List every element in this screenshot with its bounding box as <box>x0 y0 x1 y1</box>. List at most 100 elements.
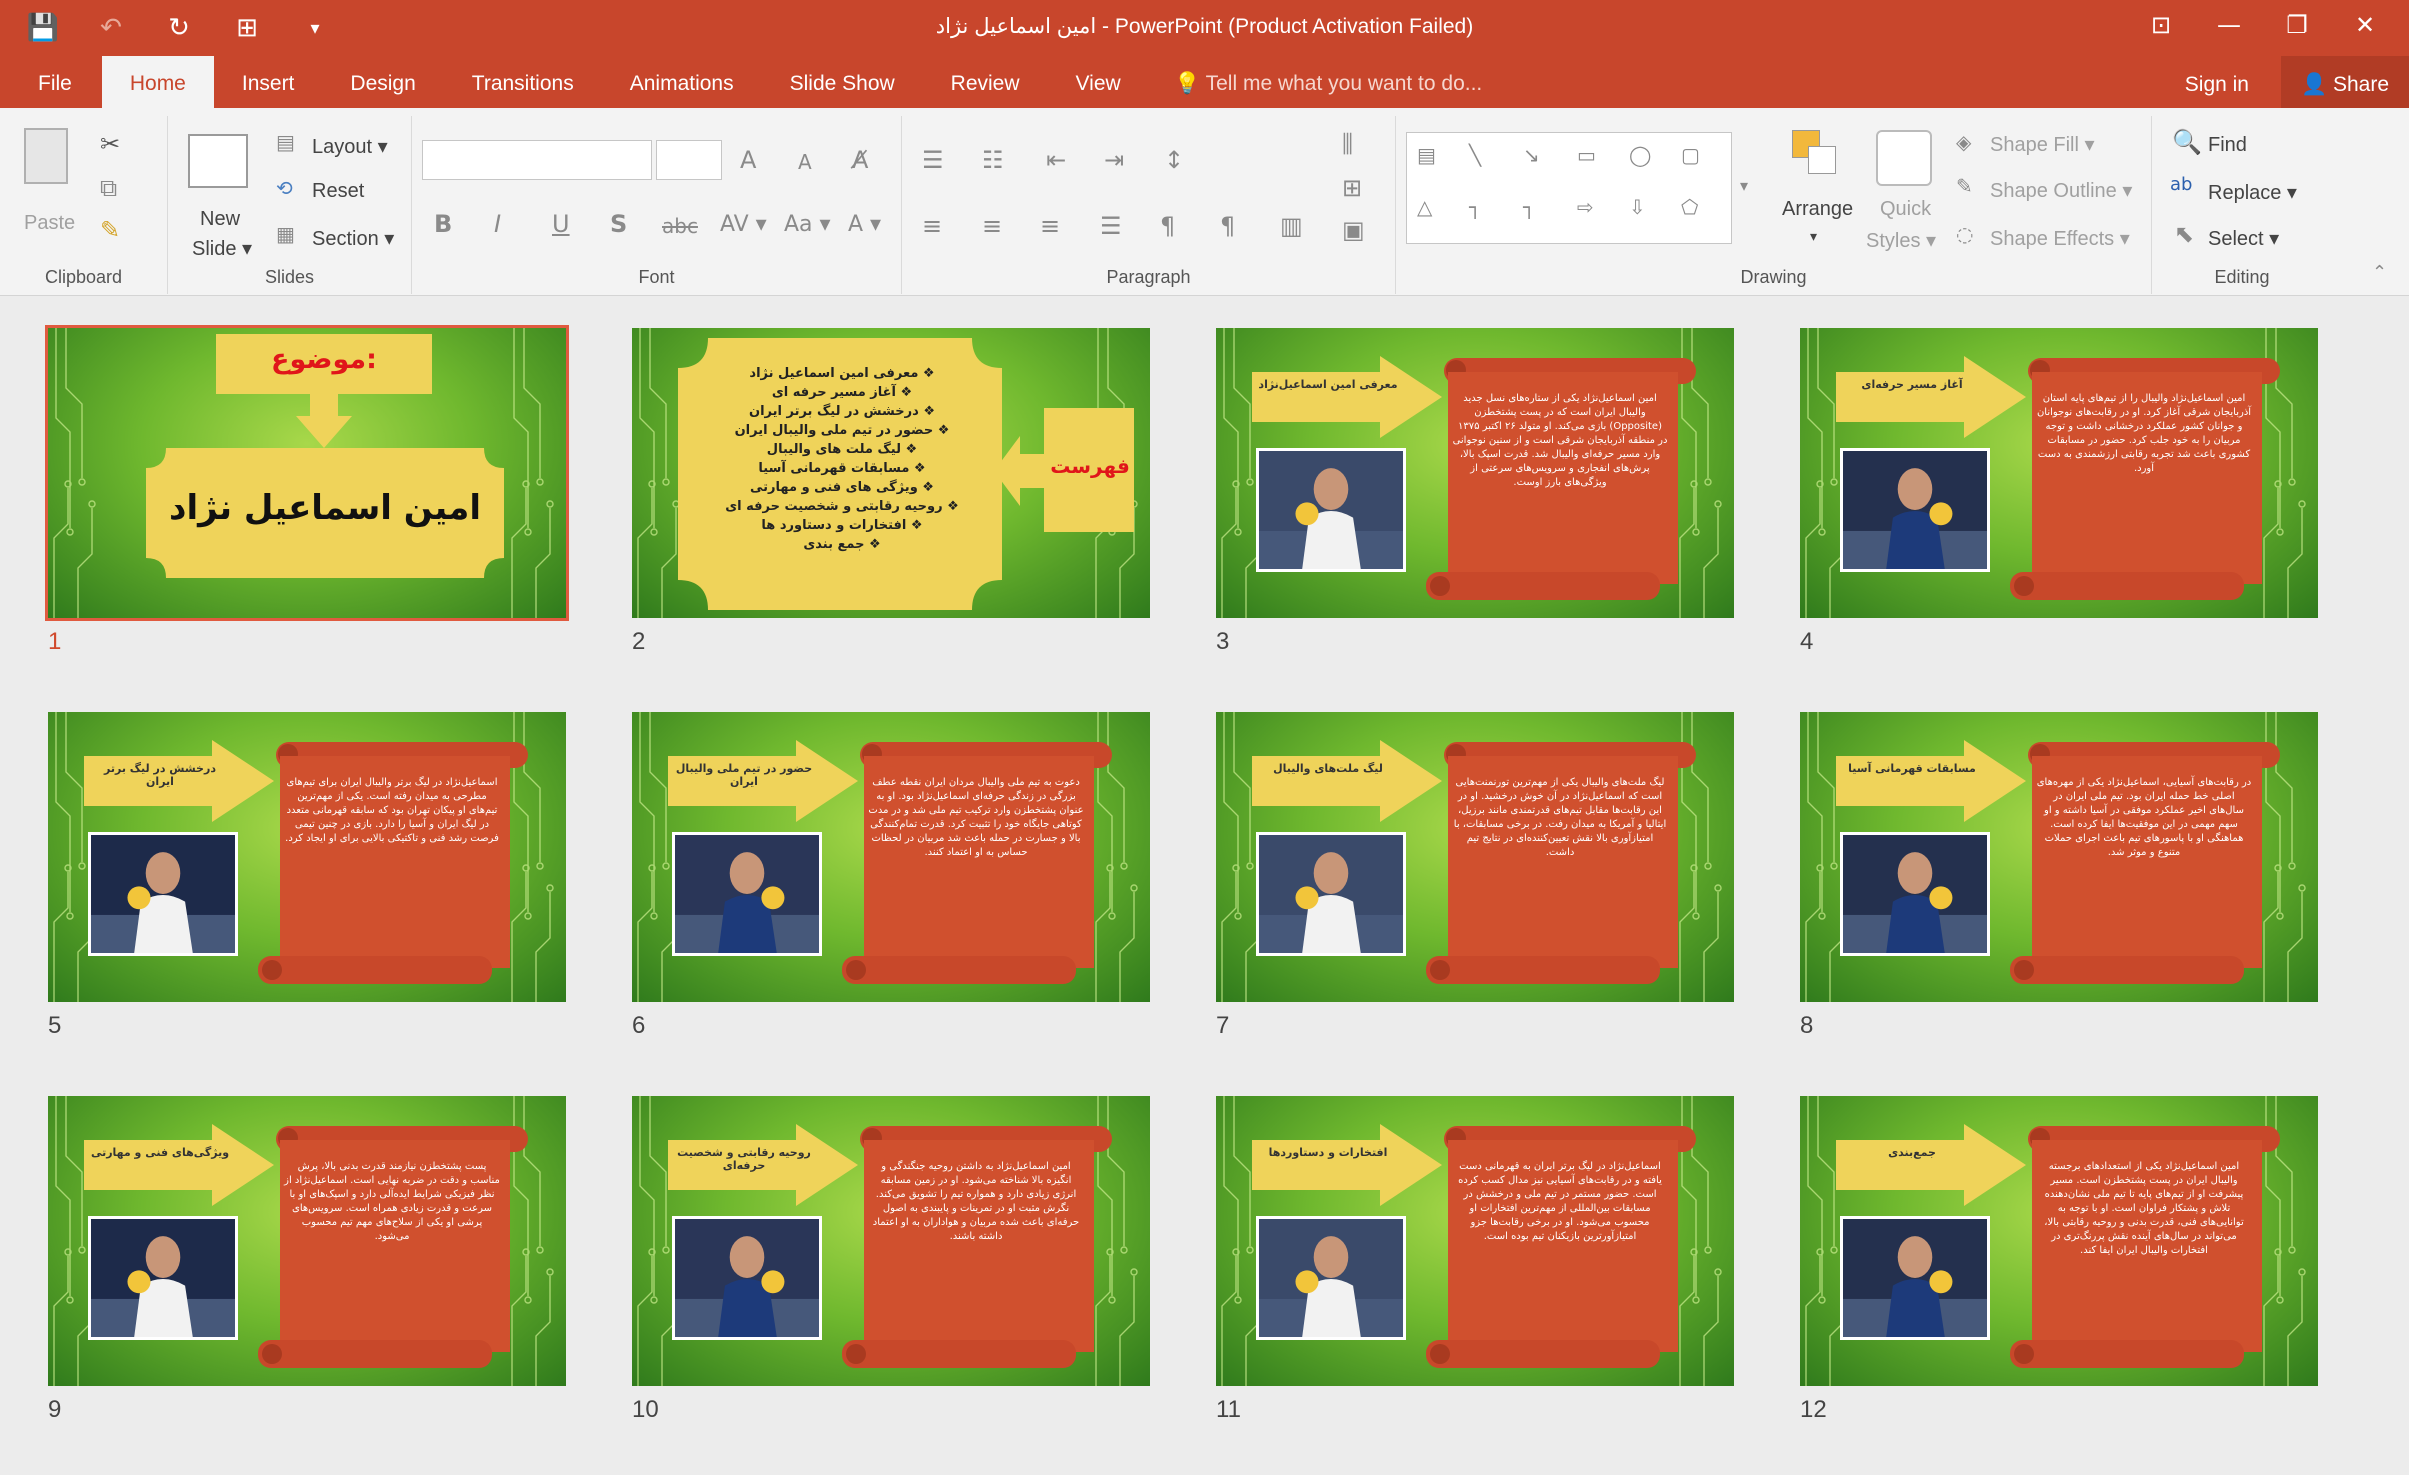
triangle-shape-icon[interactable]: △ <box>1417 195 1432 219</box>
slide-thumbnail-5[interactable]: درخشش در لیگ برتر ایران اسماعیل‌نژاد در … <box>48 712 566 1002</box>
quick-styles-button[interactable]: Quick <box>1880 198 1931 221</box>
replace-button[interactable]: Replace ▾ <box>2208 180 2297 205</box>
paste-icon[interactable] <box>24 128 68 184</box>
italic-icon[interactable]: I <box>494 210 501 238</box>
select-button[interactable]: Select ▾ <box>2208 226 2279 251</box>
tab-view[interactable]: View <box>1048 56 1149 108</box>
more-shapes-icon[interactable]: ⬠ <box>1681 195 1698 219</box>
find-button[interactable]: Find <box>2208 134 2247 157</box>
font-name-input[interactable] <box>422 140 652 180</box>
slide-thumbnail-9[interactable]: ویژگی‌های فنی و مهارتی پست پشتخطزن نیازم… <box>48 1096 566 1386</box>
slide-thumbnail-1[interactable]: موضوع: امین اسماعیل نژاد <box>45 325 569 621</box>
shapes-gallery[interactable]: ▤ ╲ ↘ ▭ ◯ ▢ △ ┐ ┐ ⇨ ⇩ ⬠ <box>1406 132 1732 244</box>
layout-button[interactable]: Layout ▾ <box>312 134 388 159</box>
down-arrow-shape-icon[interactable]: ⇩ <box>1629 195 1646 219</box>
share-button[interactable]: 👤 Share <box>2281 56 2409 108</box>
new-slide-dropdown[interactable]: Slide ▾ <box>192 236 252 261</box>
shape-outline-button[interactable]: Shape Outline ▾ <box>1990 178 2132 203</box>
change-case-icon[interactable]: Aa ▾ <box>784 212 831 237</box>
slide-thumbnail-7[interactable]: لیگ ملت‌های والیبال لیگ ملت‌های والیبال … <box>1216 712 1734 1002</box>
tell-me-search[interactable]: 💡 Tell me what you want to do... <box>1174 56 1482 108</box>
collapse-ribbon-icon[interactable]: ⌃ <box>2372 262 2387 283</box>
scroll-panel <box>842 1126 1112 1368</box>
copy-icon[interactable]: ⧉ <box>100 174 117 202</box>
font-size-input[interactable] <box>656 140 722 180</box>
oval-shape-icon[interactable]: ◯ <box>1629 143 1651 167</box>
text-shadow-icon[interactable]: S <box>610 210 627 238</box>
new-slide-icon[interactable] <box>188 134 248 188</box>
line-spacing-icon[interactable]: ↕ <box>1164 146 1184 174</box>
ltr-icon[interactable]: ¶ <box>1160 212 1175 240</box>
sign-in-link[interactable]: Sign in <box>2185 56 2249 108</box>
layout-icon: ▤ <box>276 130 295 154</box>
columns-icon[interactable]: ▥ <box>1280 212 1303 240</box>
tab-review[interactable]: Review <box>923 56 1048 108</box>
tab-insert[interactable]: Insert <box>214 56 323 108</box>
player-photo <box>1256 448 1406 572</box>
elbow-connector-shape-icon[interactable]: ┐ <box>1523 195 1535 219</box>
underline-icon[interactable]: U <box>552 210 570 238</box>
clear-formatting-icon[interactable]: A̸ <box>852 146 868 174</box>
tab-transitions[interactable]: Transitions <box>444 56 602 108</box>
tab-design[interactable]: Design <box>322 56 443 108</box>
slide-thumbnail-6[interactable]: حضور در تیم ملی والیبال ایران دعوت به تی… <box>632 712 1150 1002</box>
quick-styles-icon[interactable] <box>1876 130 1932 186</box>
justify-icon[interactable]: ☰ <box>1100 212 1122 240</box>
align-center-icon[interactable]: ≡ <box>982 212 1002 240</box>
minimize-icon[interactable]: — <box>2195 0 2263 50</box>
slide-thumbnail-12[interactable]: جمع‌بندی امین اسماعیل‌نژاد یکی از استعدا… <box>1800 1096 2318 1386</box>
drawing-group-label: Drawing <box>1740 267 1807 287</box>
rectangle-shape-icon[interactable]: ▭ <box>1577 143 1596 167</box>
slide-thumbnail-10[interactable]: روحیه رقابتی و شخصیت حرفه‌ای امین اسماعی… <box>632 1096 1150 1386</box>
tab-animations[interactable]: Animations <box>602 56 762 108</box>
align-text-icon[interactable]: ⊞ <box>1342 174 1362 202</box>
smartart-icon[interactable]: ▣ <box>1342 216 1365 244</box>
slide-thumbnail-11[interactable]: افتخارات و دستاوردها اسماعیل‌نژاد در لیگ… <box>1216 1096 1734 1386</box>
arrow-line-shape-icon[interactable]: ↘ <box>1523 143 1540 167</box>
bold-icon[interactable]: B <box>434 210 452 238</box>
slide-thumbnail-8[interactable]: مسابقات قهرمانی آسیا در رقابت‌های آسیایی… <box>1800 712 2318 1002</box>
paste-button[interactable]: Paste <box>24 212 75 235</box>
text-direction-icon[interactable]: ⫼ <box>1342 130 1353 158</box>
textbox-shape-icon[interactable]: ▤ <box>1417 143 1436 167</box>
reset-button[interactable]: Reset <box>312 180 364 203</box>
ribbon-display-options-icon[interactable]: ⊡ <box>2127 0 2195 50</box>
tab-slide-show[interactable]: Slide Show <box>762 56 923 108</box>
connector-shape-icon[interactable]: ┐ <box>1469 195 1481 219</box>
slide-thumbnail-4[interactable]: آغاز مسیر حرفه‌ای امین اسماعیل‌نژاد والی… <box>1800 328 2318 618</box>
new-slide-button[interactable]: New <box>200 208 240 231</box>
arrange-icon[interactable] <box>1792 130 1846 184</box>
tab-file[interactable]: File <box>0 56 102 108</box>
rtl-icon[interactable]: ¶ <box>1220 212 1235 240</box>
shape-fill-button[interactable]: Shape Fill ▾ <box>1990 132 2095 157</box>
strikethrough-icon[interactable]: abc <box>662 214 698 238</box>
rounded-rect-shape-icon[interactable]: ▢ <box>1681 143 1700 167</box>
cut-icon[interactable]: ✂ <box>100 130 120 158</box>
numbering-icon[interactable]: ☷ <box>982 146 1004 174</box>
section-button[interactable]: Section ▾ <box>312 226 394 251</box>
quick-styles-dropdown[interactable]: Styles ▾ <box>1866 228 1936 253</box>
font-color-icon[interactable]: A ▾ <box>848 212 881 237</box>
align-right-icon[interactable]: ≡ <box>1040 212 1060 240</box>
close-icon[interactable]: ✕ <box>2331 0 2399 50</box>
right-arrow-shape-icon[interactable]: ⇨ <box>1577 195 1594 219</box>
grow-font-icon[interactable]: A <box>740 146 756 174</box>
slide-thumbnail-3[interactable]: معرفی امین اسماعیل‌نژاد امین اسماعیل‌نژا… <box>1216 328 1734 618</box>
arrange-dropdown[interactable]: ▾ <box>1810 228 1817 245</box>
shrink-font-icon[interactable]: A <box>798 150 812 174</box>
align-left-icon[interactable]: ≡ <box>922 212 942 240</box>
slide-thumbnail-2[interactable]: ❖ معرفی امین اسماعیل نژاد ❖ آغاز مسیر حرف… <box>632 328 1150 618</box>
shapes-gallery-scroll-icon[interactable]: ▾ <box>1740 176 1748 195</box>
restore-icon[interactable]: ❐ <box>2263 0 2331 50</box>
line-shape-icon[interactable]: ╲ <box>1469 143 1481 167</box>
format-painter-icon[interactable]: ✎ <box>100 216 120 244</box>
shape-effects-button[interactable]: Shape Effects ▾ <box>1990 226 2130 251</box>
bullets-icon[interactable]: ☰ <box>922 146 944 174</box>
section-heading: معرفی امین اسماعیل‌نژاد <box>1258 378 1398 391</box>
decrease-indent-icon[interactable]: ⇤ <box>1046 146 1066 174</box>
increase-indent-icon[interactable]: ⇥ <box>1104 146 1124 174</box>
tab-home[interactable]: Home <box>101 56 214 110</box>
arrange-button[interactable]: Arrange <box>1782 198 1853 221</box>
character-spacing-icon[interactable]: AV ▾ <box>720 212 767 237</box>
shape-outline-icon: ✎ <box>1956 174 1973 198</box>
